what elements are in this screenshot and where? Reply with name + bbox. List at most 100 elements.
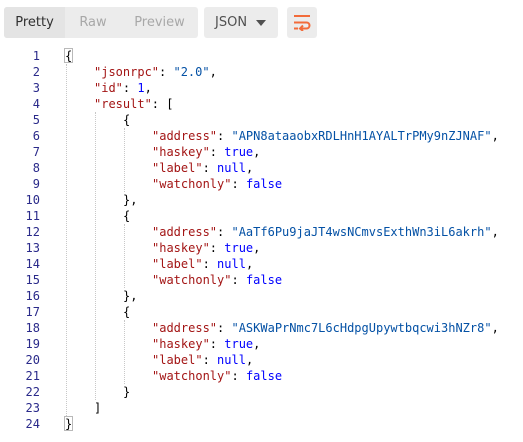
json-punctuation: : [209, 145, 225, 159]
json-punctuation: , [253, 145, 261, 159]
chevron-down-icon [256, 20, 266, 26]
code-text: } [65, 416, 72, 432]
line-number: 17 [25, 305, 40, 319]
json-punctuation: }, [123, 193, 138, 207]
line-number: 2 [32, 65, 40, 79]
wrap-lines-icon [294, 15, 311, 31]
json-key: "label" [152, 161, 203, 175]
view-mode-tabs: Pretty Raw Preview [4, 7, 198, 38]
code-text: "watchonly": false [152, 176, 282, 192]
json-punctuation: : [231, 273, 246, 287]
json-literal: true [224, 145, 254, 159]
format-selected-label: JSON [215, 15, 248, 30]
wrap-lines-button[interactable] [287, 7, 317, 38]
json-key: "address" [152, 321, 218, 335]
line-number: 18 [25, 321, 40, 335]
json-key: "watchonly" [152, 273, 232, 287]
code-text: "address": "ASKWaPrNmc7L6cHdpgUpywtbqcwi… [152, 320, 499, 336]
code-text: "watchonly": false [152, 272, 282, 288]
json-punctuation: : [159, 65, 174, 79]
json-key: "address" [152, 129, 218, 143]
json-string: "2.0" [173, 65, 210, 79]
code-text: ] [94, 400, 101, 416]
json-punctuation: , [245, 257, 254, 271]
tab-raw[interactable]: Raw [65, 7, 121, 38]
json-punctuation: , [491, 321, 499, 335]
json-punctuation: , [245, 353, 254, 367]
json-key: "label" [152, 353, 203, 367]
line-number: 7 [32, 145, 40, 159]
response-toolbar: Pretty Raw Preview JSON [0, 0, 523, 46]
json-punctuation: , [253, 241, 261, 255]
indent-guide [66, 64, 67, 416]
json-punctuation: , [253, 337, 261, 351]
json-punctuation: : [217, 225, 232, 239]
json-punctuation: : [202, 257, 218, 271]
json-literal: null [217, 257, 246, 271]
json-punctuation: , [245, 161, 254, 175]
json-punctuation: : [217, 129, 232, 143]
indent-guide [124, 128, 125, 192]
json-key: "result" [94, 97, 152, 111]
tab-preview[interactable]: Preview [121, 7, 198, 38]
json-punctuation: { [65, 49, 73, 63]
json-punctuation: : [202, 161, 218, 175]
code-text: "jsonrpc": "2.0", [94, 64, 217, 80]
line-number: 10 [25, 193, 40, 207]
json-punctuation: : [122, 81, 138, 95]
json-literal: false [245, 369, 283, 383]
code-text: "id": 1, [94, 80, 152, 96]
json-punctuation: : [209, 241, 225, 255]
json-key: "jsonrpc" [94, 65, 160, 79]
line-number: 3 [32, 81, 40, 95]
json-key: "haskey" [152, 145, 210, 159]
json-punctuation: { [123, 113, 131, 127]
tab-pretty[interactable]: Pretty [4, 7, 65, 38]
line-number: 16 [25, 289, 40, 303]
code-text: "haskey": true, [152, 240, 260, 256]
code-text: "label": null, [152, 256, 253, 272]
json-punctuation: ] [94, 401, 102, 415]
json-punctuation: : [217, 321, 232, 335]
json-punctuation: : [202, 353, 218, 367]
json-key: "haskey" [152, 337, 210, 351]
json-punctuation: , [144, 81, 152, 95]
line-number: 4 [32, 97, 40, 111]
json-key: "address" [152, 225, 218, 239]
code-text: { [123, 208, 130, 224]
indent-guide [124, 224, 125, 288]
line-number: 5 [32, 113, 40, 127]
json-string: "APN8ataaobxRDLHnH1AYALTrPMy9nZJNAF" [231, 129, 492, 143]
line-number: 21 [25, 369, 40, 383]
json-punctuation: : [231, 177, 246, 191]
json-literal: false [245, 273, 283, 287]
code-text: "watchonly": false [152, 368, 282, 384]
line-number: 8 [32, 161, 40, 175]
line-number: 12 [25, 225, 40, 239]
code-text: "address": "APN8ataaobxRDLHnH1AYALTrPMy9… [152, 128, 499, 144]
format-dropdown[interactable]: JSON [204, 7, 278, 38]
code-text: { [123, 112, 130, 128]
code-text: } [123, 384, 130, 400]
json-key: "haskey" [152, 241, 210, 255]
json-punctuation: : [ [151, 97, 174, 111]
code-text: }, [123, 288, 137, 304]
json-key: "id" [94, 81, 123, 95]
json-literal: false [245, 177, 283, 191]
code-text: "haskey": true, [152, 144, 260, 160]
line-number: 15 [25, 273, 40, 287]
json-key: "label" [152, 257, 203, 271]
json-punctuation: }, [123, 289, 138, 303]
json-punctuation: { [123, 305, 131, 319]
json-punctuation: , [491, 225, 499, 239]
code-text: "result": [ [94, 96, 173, 112]
code-text: { [123, 304, 130, 320]
json-literal: true [224, 337, 254, 351]
line-number: 22 [25, 385, 40, 399]
line-number: 6 [32, 129, 40, 143]
json-code-editor[interactable]: 1 {2 "jsonrpc": "2.0", 3 "id": 1, 4 "result": … [0, 46, 523, 436]
code-text: }, [123, 192, 137, 208]
json-literal: null [217, 161, 246, 175]
line-number: 11 [25, 209, 40, 223]
json-literal: 1 [137, 81, 145, 95]
